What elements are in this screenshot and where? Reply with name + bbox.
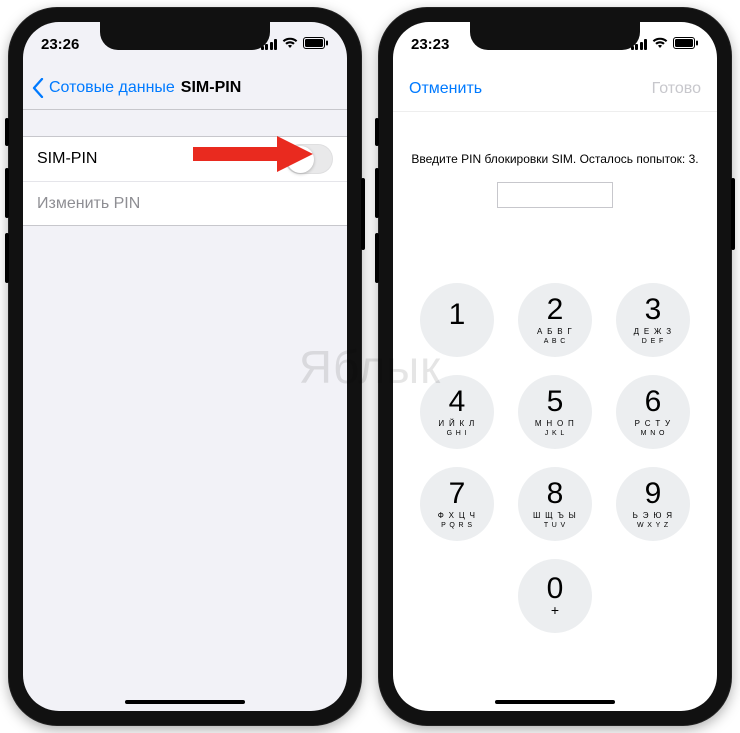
- status-icons: [261, 36, 330, 53]
- key-letters-ru: А Б В Г: [537, 327, 573, 336]
- back-button[interactable]: Сотовые данные: [31, 78, 175, 98]
- key-0[interactable]: 0 +: [518, 559, 592, 633]
- key-8[interactable]: 8 Ш Щ Ъ Ы T U V: [518, 467, 592, 541]
- keypad: 1 2 А Б В Г A B C 3 Д Е Ж З D E F 4 И Й …: [393, 283, 717, 633]
- power-button: [361, 178, 365, 250]
- key-digit: 8: [547, 479, 564, 509]
- battery-icon: [303, 36, 329, 53]
- key-5[interactable]: 5 М Н О П J K L: [518, 375, 592, 449]
- home-indicator[interactable]: [125, 700, 245, 704]
- wifi-icon: [652, 36, 668, 53]
- vol-down-button: [5, 233, 9, 283]
- battery-icon: [673, 36, 699, 53]
- screen-right: 23:23 Отменить Готово В: [393, 22, 717, 711]
- cell-change-pin-label: Изменить PIN: [37, 195, 140, 213]
- key-letters-en: M N O: [641, 430, 666, 437]
- key-digit: 1: [449, 300, 466, 330]
- vol-up-button: [375, 168, 379, 218]
- key-letters-en: P Q R S: [441, 522, 473, 529]
- notch: [470, 22, 640, 50]
- key-letters: [455, 332, 459, 341]
- key-digit: 6: [645, 387, 662, 417]
- chevron-left-icon: [31, 78, 45, 98]
- key-letters-ru: Ш Щ Ъ Ы: [533, 511, 577, 520]
- key-letters-en: A B C: [544, 338, 566, 345]
- key-9[interactable]: 9 Ь Э Ю Я W X Y Z: [616, 467, 690, 541]
- key-letters-ru: И Й К Л: [438, 419, 475, 428]
- power-button: [731, 178, 735, 250]
- screen-left: 23:26 Сотовые данные: [23, 22, 347, 711]
- key-plus: +: [551, 602, 559, 618]
- phone-frame-left: 23:26 Сотовые данные: [9, 8, 361, 725]
- cell-change-pin[interactable]: Изменить PIN: [23, 181, 347, 225]
- key-letters-en: J K L: [545, 430, 565, 437]
- annotation-red-arrow: [193, 136, 313, 172]
- key-letters-ru: М Н О П: [535, 419, 575, 428]
- key-letters-ru: Ь Э Ю Я: [633, 511, 674, 520]
- key-digit: 4: [449, 387, 466, 417]
- key-4[interactable]: 4 И Й К Л G H I: [420, 375, 494, 449]
- mute-switch: [375, 118, 379, 146]
- done-button[interactable]: Готово: [652, 80, 701, 98]
- key-digit: 7: [449, 479, 466, 509]
- key-letters-en: D E F: [642, 338, 664, 345]
- key-letters-ru: Р С Т У: [635, 419, 672, 428]
- key-6[interactable]: 6 Р С Т У M N O: [616, 375, 690, 449]
- status-time: 23:26: [41, 36, 79, 53]
- pin-prompt: Введите PIN блокировки SIM. Осталось поп…: [411, 152, 699, 166]
- nav-bar: Сотовые данные SIM-PIN: [23, 66, 347, 110]
- key-digit: 3: [645, 295, 662, 325]
- status-icons: [631, 36, 700, 53]
- key-letters-en: W X Y Z: [637, 522, 669, 529]
- key-digit: 2: [547, 295, 564, 325]
- status-time: 23:23: [411, 36, 449, 53]
- mute-switch: [5, 118, 9, 146]
- home-indicator[interactable]: [495, 700, 615, 704]
- key-1[interactable]: 1: [420, 283, 494, 357]
- pin-area: Введите PIN блокировки SIM. Осталось поп…: [393, 112, 717, 208]
- key-digit: 0: [547, 574, 564, 604]
- vol-down-button: [375, 233, 379, 283]
- key-3[interactable]: 3 Д Е Ж З D E F: [616, 283, 690, 357]
- wifi-icon: [282, 36, 298, 53]
- back-label: Сотовые данные: [49, 79, 175, 97]
- cell-sim-pin-label: SIM-PIN: [37, 150, 97, 168]
- key-letters-en: G H I: [447, 430, 468, 437]
- key-letters-ru: Д Е Ж З: [634, 327, 673, 336]
- key-2[interactable]: 2 А Б В Г A B C: [518, 283, 592, 357]
- modal-header: Отменить Готово: [393, 66, 717, 112]
- key-digit: 9: [645, 479, 662, 509]
- pin-input[interactable]: [497, 182, 613, 208]
- page-title: SIM-PIN: [181, 79, 241, 97]
- key-letters-ru: Ф Х Ц Ч: [438, 511, 476, 520]
- vol-up-button: [5, 168, 9, 218]
- notch: [100, 22, 270, 50]
- phone-frame-right: 23:23 Отменить Готово В: [379, 8, 731, 725]
- cancel-button[interactable]: Отменить: [409, 80, 482, 98]
- key-7[interactable]: 7 Ф Х Ц Ч P Q R S: [420, 467, 494, 541]
- key-digit: 5: [547, 387, 564, 417]
- key-letters-en: T U V: [544, 522, 566, 529]
